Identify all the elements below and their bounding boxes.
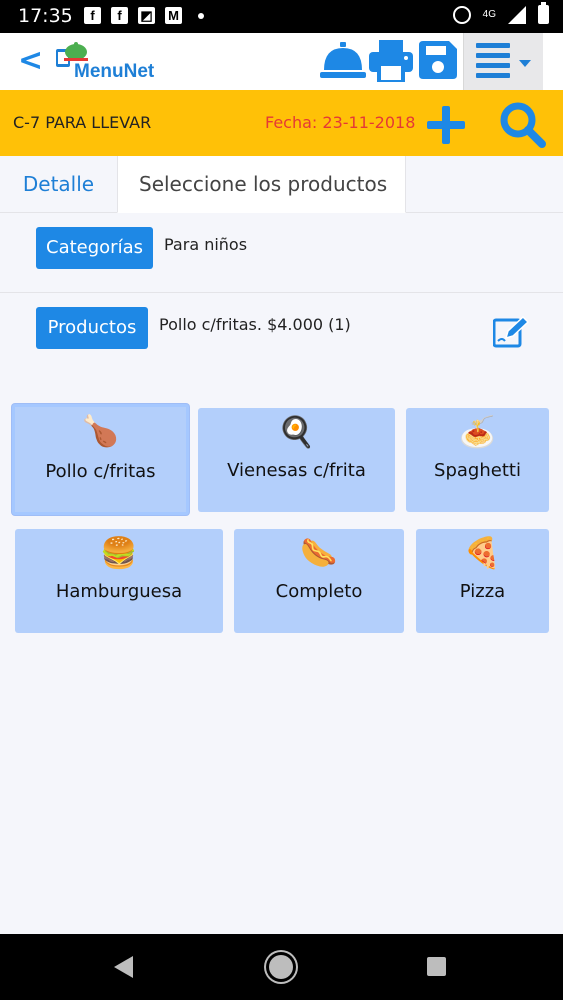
add-icon[interactable]: [426, 105, 466, 145]
facebook-icon: f: [111, 7, 128, 24]
printer-icon[interactable]: [369, 40, 413, 82]
selected-product: Pollo c/fritas. $4.000 (1): [159, 315, 351, 334]
chevron-down-icon: [519, 60, 531, 67]
hamburger-icon: 🍔: [100, 536, 138, 571]
pizza-icon: 🍕: [463, 536, 502, 571]
tab-bar: Detalle Seleccione los productos: [0, 156, 563, 213]
edit-icon[interactable]: [493, 316, 529, 348]
product-card-label: Vienesas c/frita: [227, 460, 366, 481]
selected-category: Para niños: [164, 235, 248, 254]
status-bar: 17:35 f f ◩ M 4G: [0, 0, 563, 33]
battery-icon: [538, 2, 549, 24]
product-card-label: Completo: [275, 581, 363, 602]
product-card-label: Pizza: [459, 581, 506, 602]
roast-chicken-icon: 🍗: [81, 414, 120, 449]
tab-seleccione-productos[interactable]: Seleccione los productos: [117, 156, 406, 213]
app-name: MenuNet: [74, 61, 155, 82]
notification-icons: f f ◩ M: [84, 7, 204, 24]
save-icon[interactable]: [419, 41, 457, 79]
breakfast-icon: 🍳: [277, 415, 316, 450]
app-header: < MenuNet: [0, 33, 563, 90]
order-date: Fecha: 23-11-2018: [265, 113, 416, 132]
divider: [0, 292, 563, 293]
product-card-spaghetti[interactable]: 🍝 Spaghetti: [406, 408, 549, 512]
network-type: 4G: [482, 8, 496, 20]
product-card-vienesas[interactable]: 🍳 Vienesas c/frita: [198, 408, 395, 512]
more-notifications-icon: [198, 12, 204, 19]
tab-detalle[interactable]: Detalle: [0, 156, 117, 213]
product-card-hamburguesa[interactable]: 🍔 Hamburguesa: [15, 529, 223, 633]
order-name: C-7 PARA LLEVAR: [13, 113, 152, 132]
categories-button[interactable]: Categorías: [36, 227, 153, 269]
nav-recent-apps-icon[interactable]: [427, 957, 446, 976]
back-icon[interactable]: <: [18, 43, 43, 78]
product-card-pizza[interactable]: 🍕 Pizza: [416, 529, 549, 633]
image-icon: ◩: [138, 7, 155, 24]
system-nav-bar: [0, 934, 563, 1000]
hotdog-icon: 🌭: [300, 536, 338, 571]
product-card-label: Hamburguesa: [55, 581, 183, 602]
gmail-icon: M: [165, 7, 182, 24]
app-logo: MenuNet: [50, 39, 160, 85]
products-button[interactable]: Productos: [36, 307, 148, 349]
signal-icon: [508, 5, 526, 24]
facebook-icon: f: [84, 7, 101, 24]
product-card-label: Pollo c/fritas: [45, 461, 156, 482]
product-card-label: Spaghetti: [434, 460, 521, 481]
menu-button[interactable]: [463, 33, 543, 90]
order-bar: C-7 PARA LLEVAR Fecha: 23-11-2018: [0, 90, 563, 156]
status-time: 17:35: [18, 5, 73, 27]
product-card-pollo[interactable]: 🍗 Pollo c/fritas: [12, 404, 189, 515]
product-card-completo[interactable]: 🌭 Completo: [234, 529, 404, 633]
search-icon[interactable]: [499, 101, 547, 149]
alarm-icon: [452, 5, 471, 24]
nav-home-icon[interactable]: [269, 955, 293, 979]
service-bell-icon[interactable]: [320, 42, 366, 80]
menu-icon: [476, 43, 510, 83]
spaghetti-icon: 🍝: [458, 415, 497, 450]
system-icons: 4G: [452, 2, 549, 24]
nav-back-icon[interactable]: [114, 956, 133, 978]
